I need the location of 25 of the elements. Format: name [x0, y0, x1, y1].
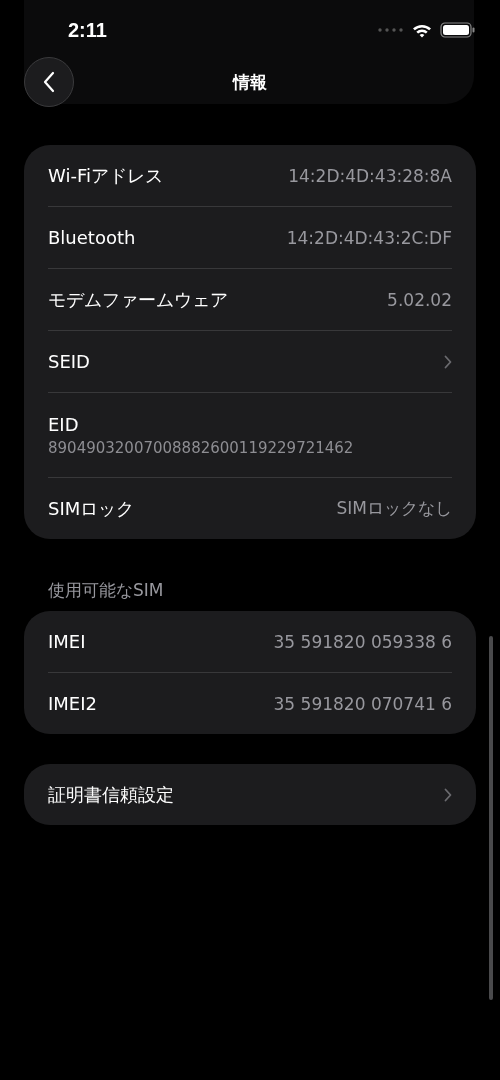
row-value: SIMロックなし [336, 497, 452, 520]
settings-row[interactable]: SEID [48, 331, 452, 392]
row-value: 35 591820 070741 6 [273, 693, 452, 714]
row-label: SIMロック [48, 496, 135, 521]
row-label: モデムファームウェア [48, 287, 228, 312]
section-header: 使用可能なSIM [47, 579, 165, 602]
row-value: 35 591820 059338 6 [273, 631, 452, 652]
row-value: 14:2D:4D:43:28:8A [288, 165, 452, 186]
wifi-icon [412, 22, 432, 38]
settings-row[interactable]: 証明書信頼設定 [48, 764, 452, 825]
row-label: Bluetooth [48, 227, 136, 248]
battery-icon [440, 22, 476, 38]
row-label: IMEI [48, 631, 86, 652]
status-time: 2:11 [68, 18, 107, 42]
row-value: 5.02.02 [387, 289, 452, 310]
row-label: EID [48, 413, 79, 435]
chevron-right-icon [444, 354, 452, 369]
signal-icon [378, 28, 404, 32]
row-value: 89049032007008882600119229721462 [48, 438, 354, 457]
row-label: Wi-Fiアドレス [48, 163, 163, 188]
chevron-right-icon [444, 787, 452, 802]
nav-title: 情報 [233, 70, 267, 94]
row-value: 14:2D:4D:43:2C:DF [286, 227, 452, 248]
row-label: IMEI2 [48, 693, 97, 714]
chevron-left-icon [43, 71, 55, 93]
